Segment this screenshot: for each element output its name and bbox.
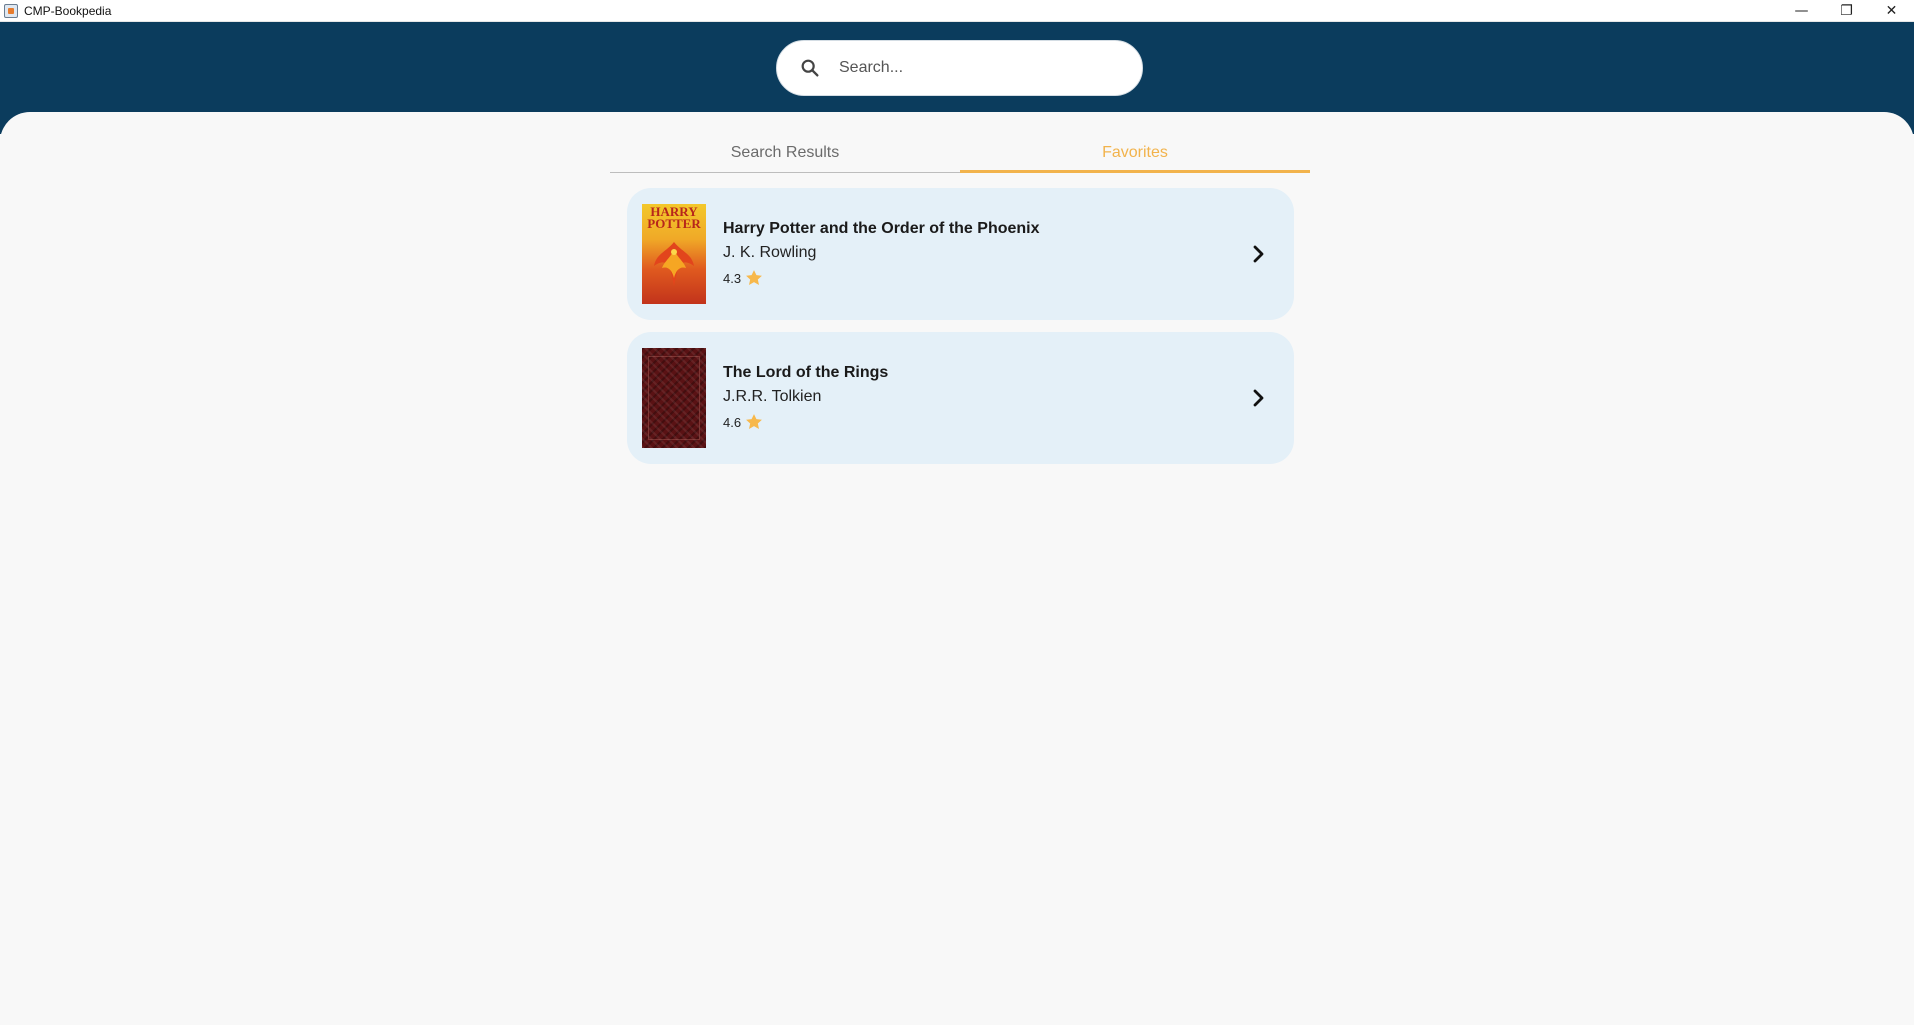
book-list-item[interactable]: The Lord of the Rings J.R.R. Tolkien 4.6	[627, 332, 1294, 464]
window-titlebar: CMP-Bookpedia — ❐ ✕	[0, 0, 1914, 22]
book-info: Harry Potter and the Order of the Phoeni…	[723, 220, 1040, 288]
close-button[interactable]: ✕	[1869, 0, 1914, 22]
rating-value: 4.6	[723, 414, 742, 430]
chevron-right-icon	[1253, 245, 1264, 263]
book-author: J. K. Rowling	[723, 244, 817, 261]
book-cover-image: HARRY POTTER	[642, 204, 706, 304]
maximize-button[interactable]: ❐	[1824, 0, 1869, 22]
phoenix-illustration	[654, 242, 694, 286]
book-title: The Lord of the Rings	[723, 364, 889, 381]
star-icon	[746, 270, 762, 285]
book-rating: 4.3	[723, 268, 1040, 288]
minimize-button[interactable]: —	[1779, 0, 1824, 22]
window-controls: — ❐ ✕	[1779, 0, 1914, 22]
book-rating: 4.6	[723, 412, 888, 432]
search-bar[interactable]	[776, 40, 1143, 96]
cover-ornament	[648, 356, 700, 440]
content-sheet: Search Results Favorites HARRY POTTER Ha…	[0, 112, 1914, 1025]
window-title: CMP-Bookpedia	[24, 3, 112, 18]
book-cover-image	[642, 348, 706, 448]
tab-search-results[interactable]: Search Results	[610, 134, 960, 172]
cover-title-text: HARRY POTTER	[647, 204, 701, 231]
rating-value: 4.3	[723, 270, 742, 286]
star-icon	[746, 414, 762, 429]
book-author: J.R.R. Tolkien	[723, 388, 822, 405]
book-list-item[interactable]: HARRY POTTER Harry Potter and the Order …	[627, 188, 1294, 320]
tab-favorites[interactable]: Favorites	[960, 134, 1310, 173]
app-icon	[4, 3, 18, 18]
book-info: The Lord of the Rings J.R.R. Tolkien 4.6	[723, 364, 888, 432]
book-title: Harry Potter and the Order of the Phoeni…	[723, 220, 1040, 237]
book-list: HARRY POTTER Harry Potter and the Order …	[627, 188, 1294, 476]
chevron-right-icon	[1253, 389, 1264, 407]
search-icon	[801, 59, 819, 77]
tab-row: Search Results Favorites	[610, 134, 1310, 173]
search-input[interactable]	[837, 58, 1101, 78]
